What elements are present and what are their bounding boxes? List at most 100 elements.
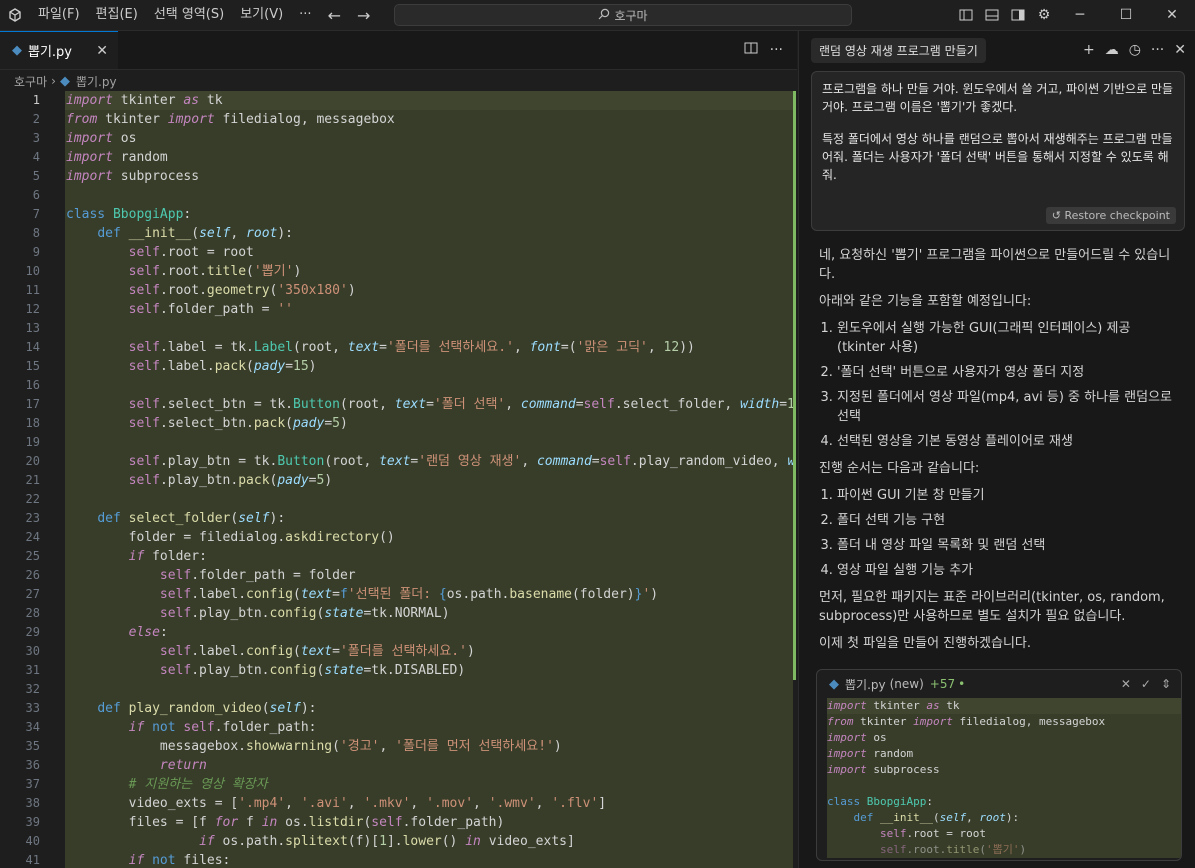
menu-file[interactable]: 파일(F)	[30, 0, 88, 30]
reject-icon[interactable]: ✕	[1121, 677, 1131, 691]
code-line: files = [f for f in os.listdir(self.fold…	[66, 815, 505, 830]
code-line: from tkinter import filedialog, messageb…	[827, 715, 1106, 728]
code-line: self.select_btn.pack(pady=5)	[128, 416, 348, 431]
code-area[interactable]: 1 2 3 4 5 6 7 8 9 10 11 12 13 14 15 16 17 18 19 20 21 22 23 24 2…	[0, 91, 797, 868]
tab-label: 뽑기.py	[28, 45, 72, 60]
line-number: 1	[32, 93, 40, 107]
line-number: 14	[25, 340, 40, 354]
code-line: import os	[66, 131, 137, 146]
code-line: import subprocess	[827, 763, 940, 776]
search-icon	[598, 8, 610, 23]
line-number: 32	[25, 682, 40, 696]
line-number: 9	[32, 245, 40, 259]
breadcrumb-file[interactable]: 뽑기.py	[76, 73, 117, 90]
line-number: 2	[32, 112, 40, 126]
new-chat-plus-icon[interactable]: +	[1083, 42, 1095, 58]
line-number: 27	[25, 587, 40, 601]
steps-intro: 진행 순서는 다음과 같습니다:	[819, 461, 980, 476]
code-line: self.root.geometry('350x180')	[128, 283, 356, 298]
editor-group: ◆ 뽑기.py ✕ ··· 호구마 › ◆ 뽑기.py 1 2 3 4 5 6 7 8 9 10 1…	[0, 31, 797, 868]
back-arrow-icon[interactable]: ←	[320, 6, 349, 25]
code-content[interactable]: import tkinter as tk from tkinter import…	[65, 91, 793, 868]
code-line: messagebox.showwarning('경고', '폴더를 먼저 선택하…	[66, 739, 562, 754]
menu-selection[interactable]: 선택 영역(S)	[146, 0, 232, 30]
code-line: def __init__(self, root):	[853, 811, 1020, 824]
list-item: 윈도우에서 실행 가능한 GUI(그래픽 인터페이스) 제공 (tkinter …	[837, 319, 1179, 357]
menu-view[interactable]: 보기(V)	[232, 0, 291, 30]
chevron-right-icon: ›	[51, 74, 56, 88]
toggle-panel-icon[interactable]	[979, 0, 1005, 30]
line-number: 41	[25, 853, 40, 867]
line-number: 20	[25, 454, 40, 468]
code-line: self.label.pack(pady=15)	[128, 359, 317, 374]
code-block-filename[interactable]: 뽑기.py	[845, 676, 886, 693]
close-window-icon[interactable]: ✕	[1149, 0, 1195, 30]
title-bar: 파일(F) 편집(E) 선택 영역(S) 보기(V) ··· ← → 호구마 ⚙…	[0, 0, 1195, 31]
menu-more[interactable]: ···	[291, 0, 319, 30]
line-number: 3	[32, 131, 40, 145]
code-line: self.label.config(text='폴더를 선택하세요.')	[159, 644, 475, 659]
list-item: 영상 파일 실행 기능 추가	[837, 561, 1179, 580]
line-number: 29	[25, 625, 40, 639]
line-number: 25	[25, 549, 40, 563]
minimize-icon[interactable]: ─	[1057, 0, 1103, 30]
code-line: import tkinter as tk	[65, 91, 793, 110]
line-number: 26	[25, 568, 40, 582]
list-item: 폴더 선택 기능 구현	[837, 511, 1179, 530]
code-line: self.label.config(text=f'선택된 폴더: {os.pat…	[159, 587, 659, 602]
maximize-icon[interactable]: ☐	[1103, 0, 1149, 30]
line-number: 36	[25, 758, 40, 772]
code-line: else:	[128, 625, 168, 640]
line-number: 19	[25, 435, 40, 449]
restore-checkpoint-label: Restore checkpoint	[1064, 209, 1171, 222]
code-line: # 지원하는 영상 확장자	[128, 777, 268, 792]
line-number: 31	[25, 663, 40, 677]
toggle-primary-sidebar-icon[interactable]	[953, 0, 979, 30]
command-center-search[interactable]: 호구마	[394, 4, 852, 26]
forward-arrow-icon[interactable]: →	[349, 6, 378, 25]
tab-bbopgi-py[interactable]: ◆ 뽑기.py ✕	[0, 31, 118, 69]
line-number: 8	[32, 226, 40, 240]
line-number: 37	[25, 777, 40, 791]
code-line: self.play_btn = tk.Button(root, text='랜덤…	[128, 454, 793, 469]
breadcrumb-folder[interactable]: 호구마	[14, 73, 47, 90]
line-number: 38	[25, 796, 40, 810]
expand-icon[interactable]: ⇕	[1161, 677, 1171, 691]
app-logo-icon	[0, 0, 30, 30]
code-line: self.folder_path = ''	[128, 302, 293, 317]
cloud-icon[interactable]: ☁	[1105, 42, 1119, 58]
line-number: 5	[32, 169, 40, 183]
line-number: 6	[32, 188, 40, 202]
code-block-preview[interactable]: ◆ 뽑기.py (new) +57 • ✕ ✓ ⇕ import tkinter…	[816, 669, 1182, 861]
history-icon[interactable]: ◷	[1129, 42, 1141, 58]
more-actions-icon[interactable]: ···	[770, 42, 783, 58]
split-editor-icon[interactable]	[744, 41, 758, 59]
code-block-content: import tkinter as tk from tkinter import…	[827, 698, 1181, 858]
accept-check-icon[interactable]: ✓	[1141, 677, 1151, 691]
code-line: self.root = root	[879, 827, 986, 840]
menu-edit[interactable]: 편집(E)	[88, 0, 146, 30]
steps-list: 파이썬 GUI 기본 창 만들기 폴더 선택 기능 구현 폴더 내 영상 파일 …	[819, 486, 1179, 580]
code-line: self.label = tk.Label(root, text='폴더를 선택…	[128, 340, 695, 355]
tab-close-icon[interactable]: ✕	[96, 43, 108, 59]
line-number: 21	[25, 473, 40, 487]
chat-close-icon[interactable]: ✕	[1174, 42, 1186, 58]
code-line: import random	[66, 150, 168, 165]
code-line: if folder:	[128, 549, 207, 564]
line-number: 28	[25, 606, 40, 620]
line-number: 17	[25, 397, 40, 411]
user-message[interactable]: 프로그램을 하나 만들 거야. 윈도우에서 쓸 거고, 파이썬 기반으로 만들 …	[811, 71, 1185, 231]
line-number: 39	[25, 815, 40, 829]
settings-gear-icon[interactable]: ⚙	[1031, 0, 1057, 30]
line-number: 30	[25, 644, 40, 658]
restore-checkpoint-button[interactable]: ↺ Restore checkpoint	[1045, 207, 1176, 224]
line-number: 11	[25, 283, 40, 297]
chat-title[interactable]: 랜덤 영상 재생 프로그램 만들기	[811, 37, 986, 63]
chat-more-icon[interactable]: ···	[1151, 42, 1164, 58]
code-line: self.play_btn.config(state=tk.DISABLED)	[159, 663, 466, 678]
toggle-secondary-sidebar-icon[interactable]	[1005, 0, 1031, 30]
line-number: 24	[25, 530, 40, 544]
